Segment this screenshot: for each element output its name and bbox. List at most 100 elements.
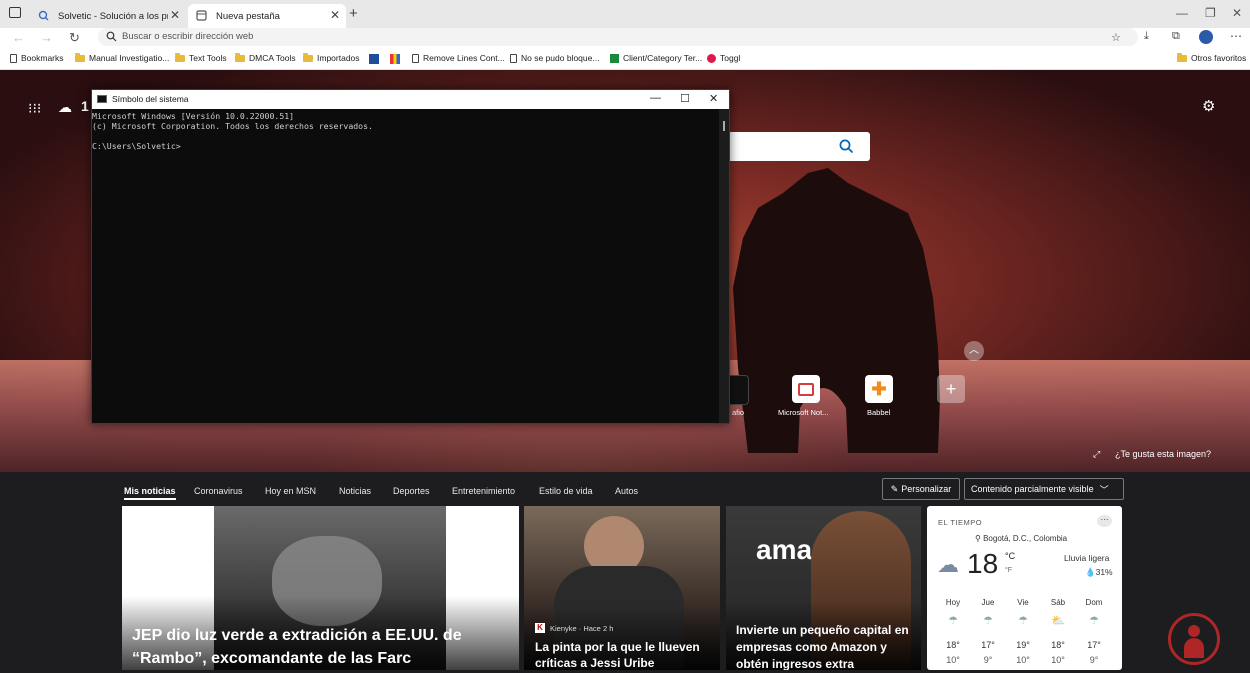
console-prompt: C:\Users\Solvetic> xyxy=(92,141,181,151)
apps-launcher-icon[interactable]: ⁝⁝⁝ xyxy=(28,100,41,117)
unit-celsius[interactable]: °C xyxy=(1005,551,1015,561)
personalize-button[interactable]: ✎ Personalizar xyxy=(882,478,960,500)
plus-icon: + xyxy=(945,378,957,399)
command-prompt-window[interactable]: Símbolo del sistema — ☐ ✕ Microsoft Wind… xyxy=(91,89,730,424)
tab-my-news[interactable]: Mis noticias xyxy=(124,486,176,500)
close-window-icon[interactable]: ✕ xyxy=(1232,6,1242,20)
search-icon xyxy=(106,31,117,45)
cmd-scrollbar[interactable] xyxy=(719,109,729,423)
forecast-day: Jue xyxy=(981,598,995,607)
collapse-chevron-icon[interactable]: ︿ xyxy=(964,341,984,361)
weather-card[interactable]: EL TIEMPO ⋯ ⚲ Bogotá, D.C., Colombia ☁ 1… xyxy=(927,506,1122,670)
news-card[interactable]: amaz Invierte un pequeño capital en empr… xyxy=(726,506,921,670)
news-card[interactable]: K Kienyke · Hace 2 h La pinta por la que… xyxy=(524,506,720,670)
bookmark-label: Importados xyxy=(317,53,360,63)
more-options-icon[interactable]: ⋯ xyxy=(1097,515,1112,527)
tab-entretenimiento[interactable]: Entretenimiento xyxy=(452,486,515,496)
quick-link-tile[interactable] xyxy=(792,375,820,403)
minimize-icon[interactable]: — xyxy=(650,92,661,104)
weather-location[interactable]: ⚲ Bogotá, D.C., Colombia xyxy=(975,534,1067,543)
forecast-high: 17° xyxy=(981,640,995,650)
forecast-low: 10° xyxy=(946,655,960,665)
tab-noticias[interactable]: Noticias xyxy=(339,486,371,496)
new-tab-button[interactable]: + xyxy=(349,5,358,22)
more-icon[interactable]: ⋯ xyxy=(1230,29,1242,43)
quick-link-label: Babbel xyxy=(867,408,891,417)
forecast-day: Sáb xyxy=(1050,598,1066,607)
rain-icon: ☂ xyxy=(948,615,958,627)
bookmark-label: Otros favoritos xyxy=(1191,53,1247,63)
scrollbar-thumb[interactable] xyxy=(723,121,725,131)
close-tab-icon[interactable]: ✕ xyxy=(330,8,340,22)
bookmark-item[interactable]: Text Tools xyxy=(175,52,227,63)
forward-icon[interactable]: → xyxy=(40,30,53,45)
news-headline: La pinta por la que le llueven críticas … xyxy=(535,640,700,670)
forecast-low: 9° xyxy=(983,655,993,665)
precip-value: 31% xyxy=(1095,567,1113,577)
cmd-console[interactable]: Microsoft Windows [Versión 10.0.22000.51… xyxy=(92,109,719,423)
tab-estilo-de-vida[interactable]: Estilo de vida xyxy=(539,486,593,496)
bookmark-item[interactable]: DMCA Tools xyxy=(235,52,296,63)
newtab-favicon-icon xyxy=(196,10,207,24)
expand-icon[interactable]: ⤢ xyxy=(1093,449,1100,460)
like-image-link[interactable]: ¿Te gusta esta imagen? xyxy=(1115,449,1211,459)
console-line: Microsoft Windows [Versión 10.0.22000.51… xyxy=(92,111,295,121)
back-icon[interactable]: ← xyxy=(12,30,25,45)
folder-icon xyxy=(303,52,313,62)
pencil-icon: ✎ xyxy=(890,483,899,494)
quick-link-tile[interactable]: ✚ xyxy=(865,375,893,403)
news-card-main[interactable]: JEP dio luz verde a extradición a EE.UU.… xyxy=(122,506,519,670)
settings-gear-icon[interactable]: ⚙ xyxy=(1202,97,1215,115)
bookmark-item[interactable]: Manual Investigatio... xyxy=(75,52,169,63)
bookmark-item[interactable]: No se pudo bloque... xyxy=(510,53,599,63)
folder-icon xyxy=(1177,52,1187,62)
minimize-icon[interactable]: — xyxy=(1176,6,1188,20)
tab-autos[interactable]: Autos xyxy=(615,486,638,496)
quick-link-label: afio xyxy=(732,408,745,417)
solvetic-watermark-logo xyxy=(1168,613,1220,665)
bookmark-item[interactable]: Client/Category Ter... xyxy=(610,53,702,63)
tab-deportes[interactable]: Deportes xyxy=(393,486,430,496)
bookmark-label: Bookmarks xyxy=(21,53,64,63)
unit-fahrenheit[interactable]: °F xyxy=(1005,567,1012,574)
bookmark-label: Remove Lines Cont... xyxy=(423,53,505,63)
content-visibility-dropdown[interactable]: Contenido parcialmente visible ﹀ xyxy=(964,478,1124,500)
forecast-low: 10° xyxy=(1051,655,1065,665)
raindrop-icon: 💧 xyxy=(1085,567,1096,577)
close-icon[interactable]: ✕ xyxy=(709,92,718,105)
address-bar[interactable]: Buscar o escribir dirección web xyxy=(98,28,1138,46)
tab-new[interactable]: Nueva pestaña ✕ xyxy=(188,4,346,28)
console-line: (c) Microsoft Corporation. Todos los der… xyxy=(92,121,373,131)
profile-avatar[interactable] xyxy=(1199,30,1213,44)
downloads-icon[interactable]: ⤓ xyxy=(1144,30,1149,43)
other-favorites[interactable]: Otros favoritos xyxy=(1177,52,1247,63)
tab-solvetic[interactable]: Solvetic - Solución a los problem ✕ xyxy=(30,4,186,28)
current-temp: 18 xyxy=(967,548,999,579)
cmd-titlebar[interactable]: Símbolo del sistema — ☐ ✕ xyxy=(92,90,729,109)
forecast-day: Vie xyxy=(1017,598,1029,607)
bookmark-item[interactable]: Importados xyxy=(303,52,360,63)
tab-hoy-en-msn[interactable]: Hoy en MSN xyxy=(265,486,316,496)
maximize-icon[interactable]: ☐ xyxy=(680,92,690,105)
tab-actions-icon[interactable] xyxy=(9,7,21,18)
search-box[interactable] xyxy=(728,132,870,161)
location-pin-icon: ⚲ xyxy=(975,534,984,543)
add-favorite-icon[interactable]: ☆ xyxy=(1111,31,1121,44)
add-quick-link-button[interactable]: + xyxy=(937,375,965,403)
search-icon[interactable] xyxy=(839,139,854,157)
bookmark-item[interactable]: Toggl xyxy=(707,53,740,63)
bookmark-item[interactable]: Remove Lines Cont... xyxy=(412,53,505,63)
refresh-icon[interactable]: ↻ xyxy=(69,30,80,46)
rain-cloud-icon: ☁ xyxy=(937,552,959,577)
bookmark-item[interactable]: Bookmarks xyxy=(10,53,64,63)
folder-icon xyxy=(175,52,185,62)
microsoft-news-icon xyxy=(798,382,814,396)
close-tab-icon[interactable]: ✕ xyxy=(170,8,180,22)
chevron-down-icon: ﹀ xyxy=(1099,484,1109,495)
favicon-icon[interactable] xyxy=(390,54,400,64)
restore-icon[interactable]: ❐ xyxy=(1205,6,1216,20)
collections-icon[interactable]: ⧉ xyxy=(1172,30,1180,43)
dropdown-label: Contenido parcialmente visible xyxy=(971,484,1094,494)
favicon-icon[interactable] xyxy=(369,54,379,64)
tab-coronavirus[interactable]: Coronavirus xyxy=(194,486,243,496)
